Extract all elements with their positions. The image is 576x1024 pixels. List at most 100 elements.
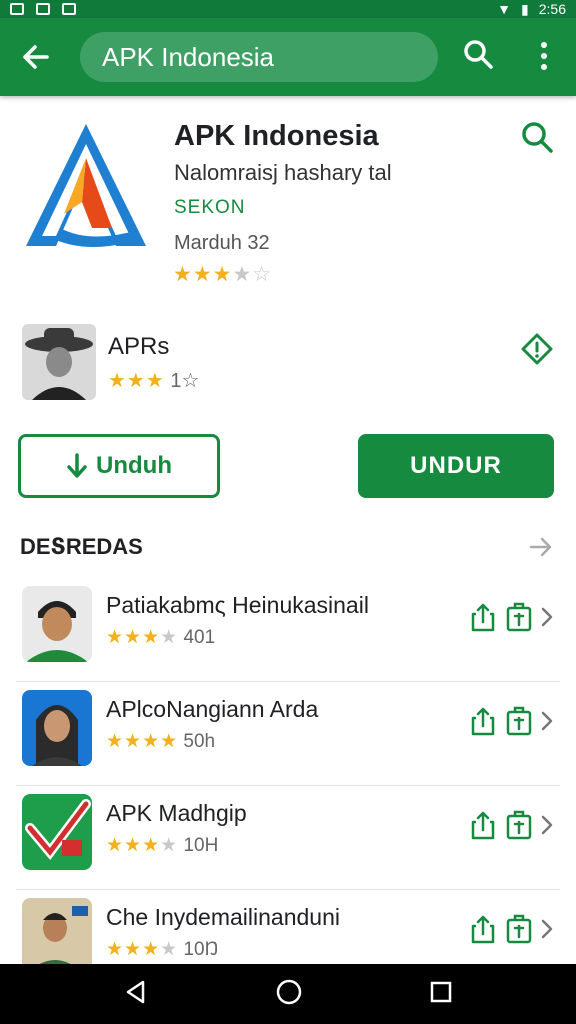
official-avatar-icon — [22, 898, 92, 974]
related-stars: ★★★ — [108, 370, 165, 392]
list-item-name: APlcoNangiann Arda — [106, 696, 319, 722]
app-title: APK Indonesia — [174, 120, 379, 152]
list-item[interactable]: APK Madhgip ★★★★ 10H — [0, 786, 576, 890]
list-item-name: Che Inydemailinanduni — [106, 904, 340, 930]
search-field-text: APK Indonesia — [102, 41, 275, 72]
chevron-right-icon — [541, 607, 553, 627]
share-button[interactable] — [470, 914, 496, 949]
woman-avatar-icon — [22, 690, 92, 766]
search-icon — [464, 40, 493, 69]
nav-recents-icon — [430, 981, 452, 1002]
nav-back-button[interactable] — [123, 979, 149, 1010]
nav-home-icon — [276, 979, 302, 1004]
search-icon — [522, 122, 553, 153]
package-icon — [506, 810, 532, 840]
chevron-right-icon — [541, 919, 553, 939]
nav-recents-button[interactable] — [429, 980, 453, 1009]
app-developer[interactable]: SEKON — [174, 197, 246, 219]
stars-filled: ★★★ — [173, 263, 233, 286]
system-nav-bar — [0, 964, 576, 1024]
wifi-icon: ▼ — [497, 1, 512, 17]
list-item-rating: ★★★★ 401 — [106, 626, 215, 649]
share-icon — [471, 707, 495, 736]
share-button[interactable] — [470, 810, 496, 845]
download-arrow-icon — [67, 453, 87, 478]
list-item-stars: ★★★★ — [106, 731, 178, 752]
list-item-rating: ★★★★ 10H — [106, 834, 218, 857]
status-bar: ▼ ▮ 2:56 — [0, 0, 576, 18]
share-button[interactable] — [470, 602, 496, 637]
overflow-menu-button[interactable] — [532, 40, 556, 77]
install-button[interactable] — [505, 706, 533, 741]
package-icon — [506, 602, 532, 632]
chevron-right-icon — [541, 711, 553, 731]
list-item-rating: ★★★★ 10Ŋ — [106, 938, 218, 961]
back-button[interactable] — [0, 18, 70, 96]
package-icon — [506, 706, 532, 736]
primary-action-label: UNDUR — [410, 452, 502, 479]
section-more-button[interactable] — [528, 534, 554, 565]
list-item-count: 10Ŋ — [183, 939, 219, 960]
list-item-count: 10H — [183, 835, 219, 856]
app-toolbar: APK Indonesia — [0, 18, 576, 96]
stars-filled: ★★★ — [106, 835, 161, 856]
list-item-rating: ★★★★ 50h — [106, 730, 215, 753]
chevron-right-icon — [541, 815, 553, 835]
open-button[interactable] — [540, 814, 554, 841]
stars-empty: ★ — [160, 835, 179, 856]
stars-empty: ★ — [160, 939, 179, 960]
share-button[interactable] — [470, 706, 496, 741]
list-item-count: 401 — [183, 627, 216, 648]
stars-empty: ★ — [160, 627, 179, 648]
related-info-button[interactable] — [520, 332, 554, 371]
open-button[interactable] — [540, 918, 554, 945]
app-search-button[interactable] — [520, 120, 554, 159]
stars-empty: ★☆ — [232, 263, 273, 286]
download-button[interactable]: Unduh — [18, 434, 220, 498]
app-meta: Marduh 32 — [174, 232, 270, 254]
primary-action-button[interactable]: UNDUR — [358, 434, 554, 498]
arrow-right-icon — [529, 537, 552, 557]
install-button[interactable] — [505, 914, 533, 949]
list-item-stars: ★★★★ — [106, 939, 178, 960]
back-arrow-icon — [23, 45, 49, 69]
open-button[interactable] — [540, 606, 554, 633]
download-label: Unduh — [96, 452, 172, 479]
checkmark-app-icon — [22, 794, 92, 870]
open-button[interactable] — [540, 710, 554, 737]
related-app-icon[interactable] — [22, 324, 96, 400]
app-subtitle: Nalomraisj hashary tal — [174, 160, 392, 185]
stars-filled: ★★★★ — [106, 731, 179, 752]
app-logo-icon — [20, 118, 152, 252]
list-item-stars: ★★★★ — [106, 627, 178, 648]
related-app-name[interactable]: APRs — [108, 333, 169, 361]
share-icon — [471, 811, 495, 840]
status-time: 2:56 — [538, 1, 566, 17]
related-count: 1☆ — [170, 370, 200, 392]
list-item-name: APK Madhgip — [106, 800, 247, 826]
list-item[interactable]: APlcoNangiann Arda ★★★★ 50h — [0, 682, 576, 786]
more-vert-icon — [541, 42, 547, 70]
man-avatar-icon — [22, 586, 92, 662]
list-item-stars: ★★★★ — [106, 835, 178, 856]
search-field[interactable]: APK Indonesia — [80, 32, 438, 82]
list-item-count: 50h — [183, 731, 216, 752]
mail-icon — [10, 3, 24, 15]
info-diamond-icon — [521, 333, 553, 365]
package-icon — [506, 914, 532, 944]
nav-home-button[interactable] — [275, 978, 303, 1011]
list-item-name: Patiakabmς Heinukasinail — [106, 592, 369, 618]
stars-filled: ★★★ — [106, 627, 161, 648]
app-rating-stars: ★★★★☆ — [173, 262, 272, 287]
notification-icon — [36, 3, 50, 15]
install-button[interactable] — [505, 602, 533, 637]
related-app-rating: ★★★ 1☆ — [108, 368, 199, 393]
list-item[interactable]: Patiakabmς Heinukasinail ★★★★ 401 — [0, 578, 576, 682]
search-button[interactable] — [462, 38, 494, 75]
share-icon — [471, 603, 495, 632]
section-title: DEՏREDAS — [20, 534, 143, 559]
share-icon — [471, 915, 495, 944]
stars-filled: ★★★ — [106, 939, 161, 960]
install-button[interactable] — [505, 810, 533, 845]
battery-icon: ▮ — [521, 0, 529, 17]
